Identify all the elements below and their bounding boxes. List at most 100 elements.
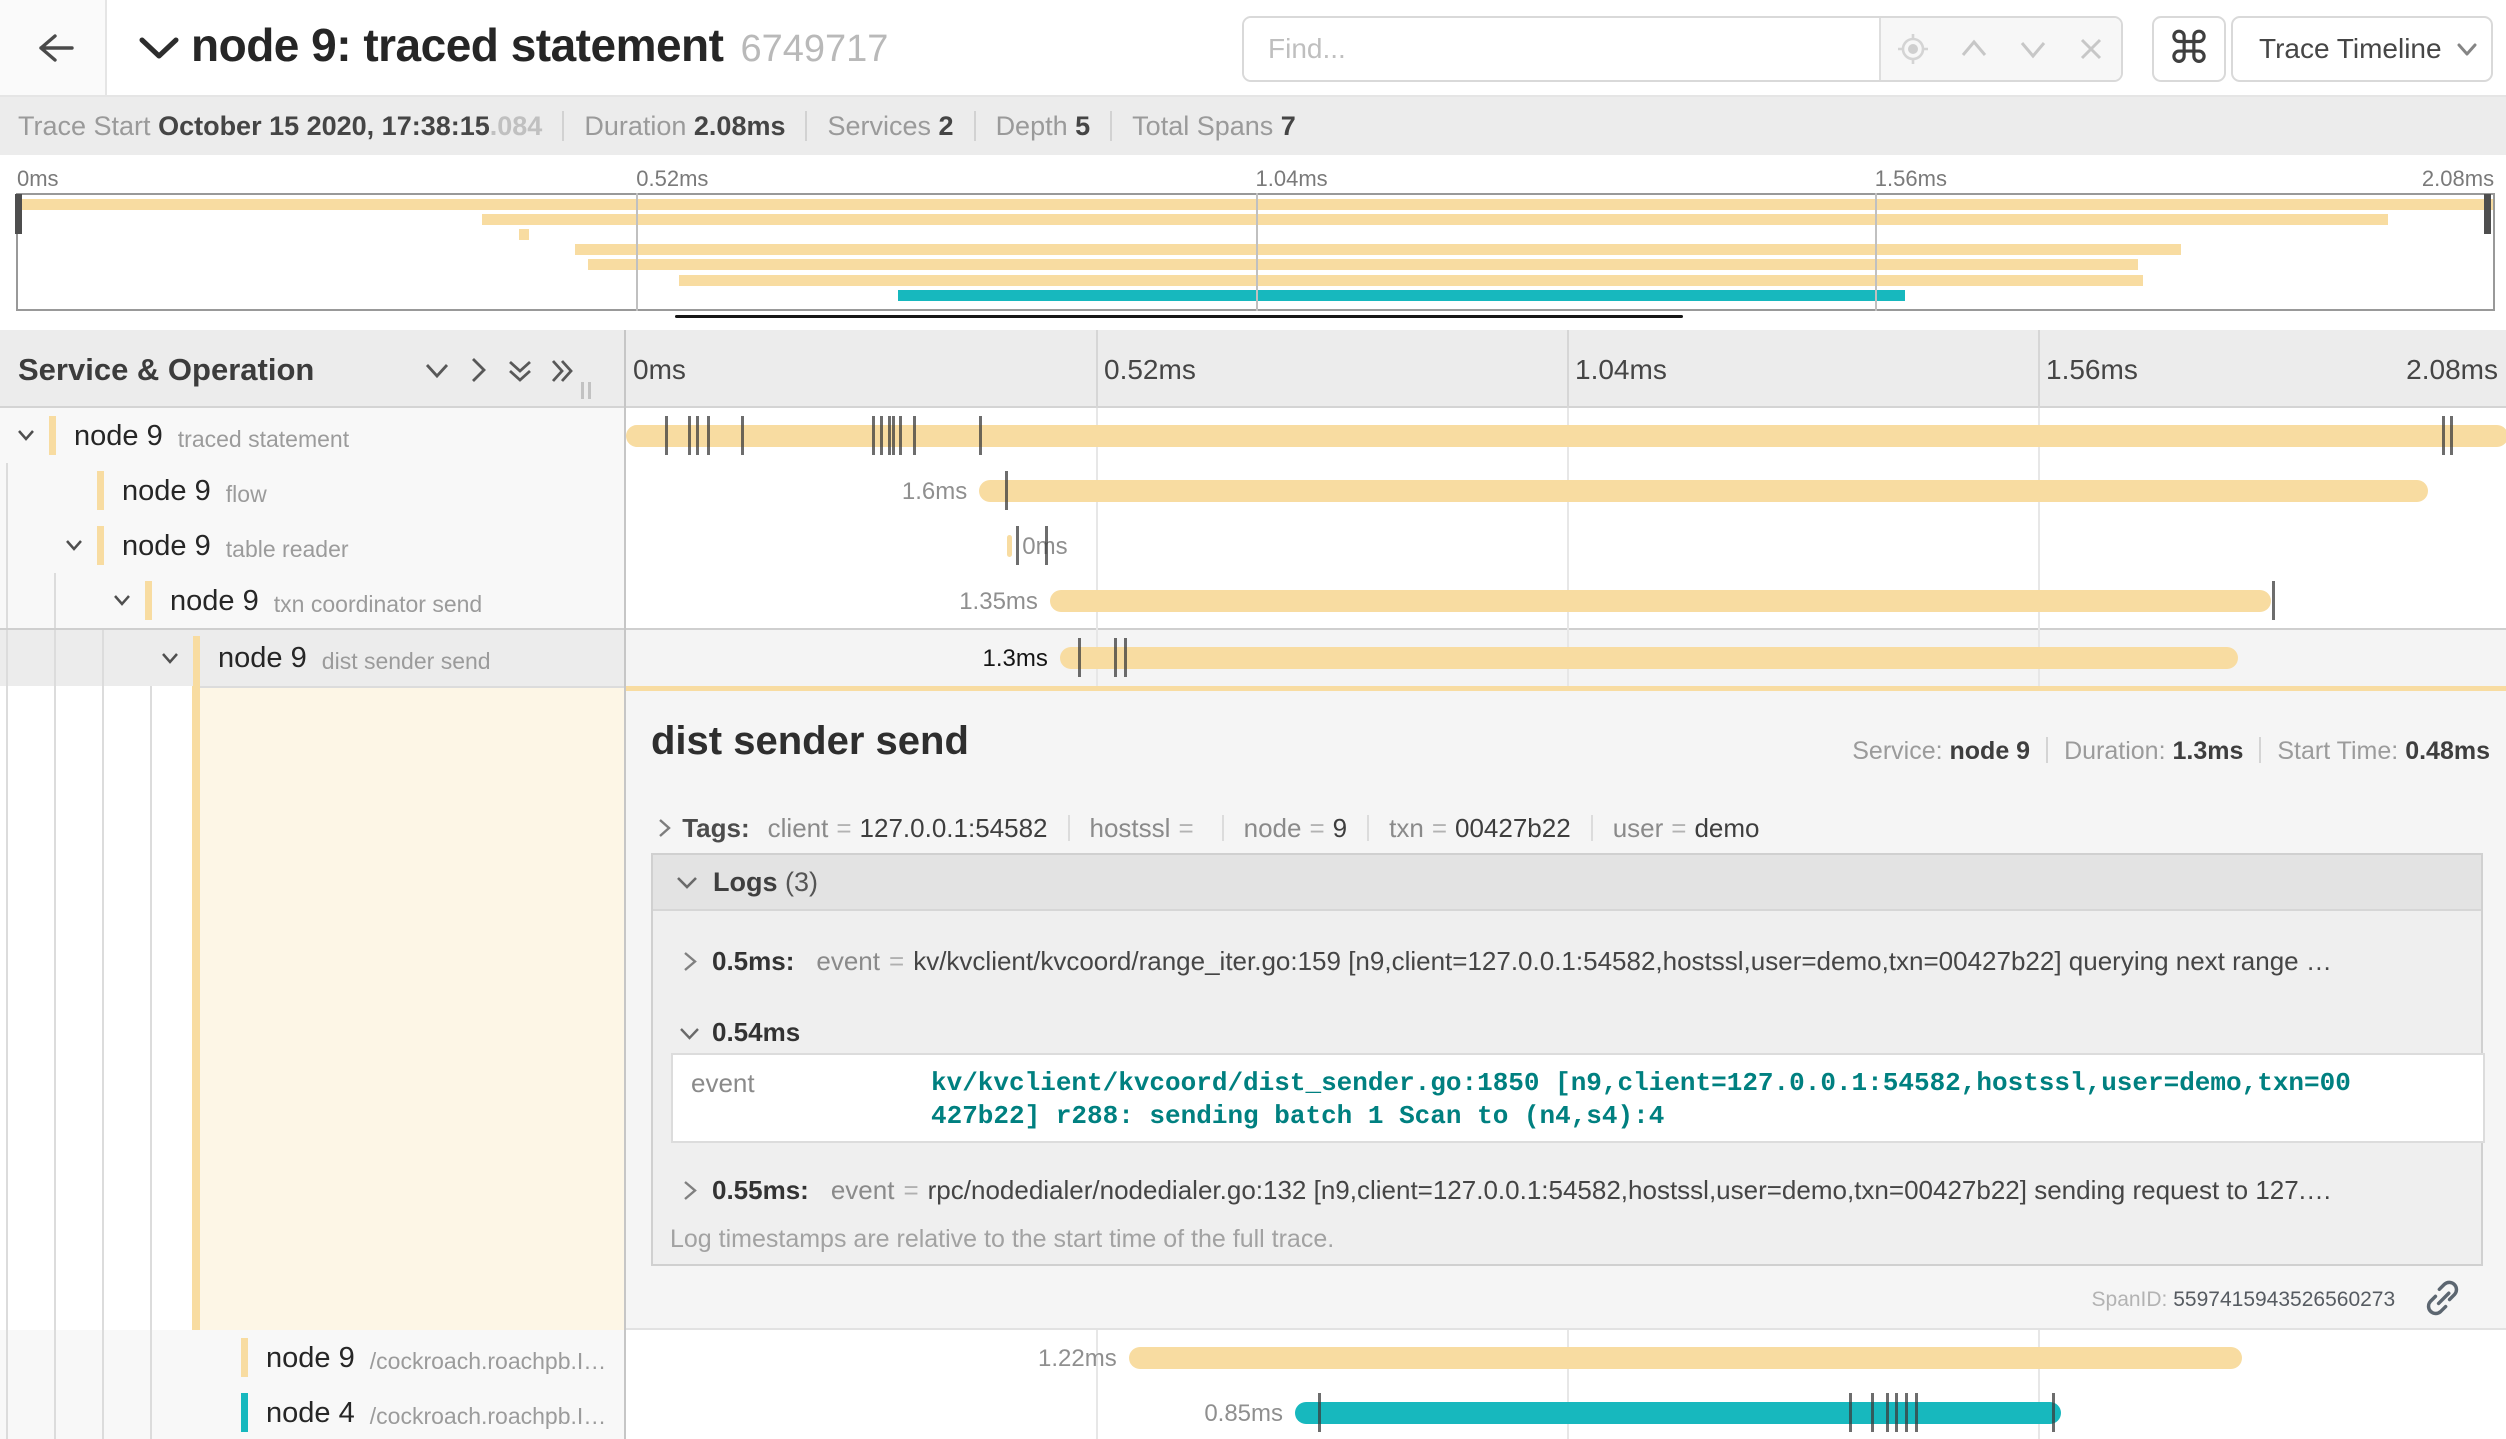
log-row[interactable]: 0.5ms:event=kv/kvclient/kvcoord/range_it… [678,946,2470,977]
span-log-tick [2272,581,2275,620]
span-tags-row[interactable]: Tags:client=127.0.0.1:54582hostssl=node=… [653,813,1760,844]
trace-view-dropdown[interactable]: Trace Timeline [2231,16,2493,82]
span-duration-bar[interactable] [1129,1347,2242,1369]
trace-minimap[interactable]: 0ms0.52ms1.04ms1.56ms2.08ms [0,155,2506,330]
trace-view-label: Trace Timeline [2259,33,2442,65]
span-service-name: node 9 [122,530,211,563]
find-input[interactable] [1244,18,1879,80]
span-log-tick [888,416,891,455]
span-operation-name: traced statement [178,426,349,453]
span-operation-name: table reader [226,536,349,563]
next-result-icon[interactable] [2018,34,2048,64]
span-operation-name: flow [226,481,267,508]
timeline-axis-label: 0.52ms [1104,354,1196,386]
span-operation-name: dist sender send [322,648,491,675]
span-collapse-chevron-icon[interactable] [13,422,39,448]
span-color-indicator [97,526,104,565]
indent-guide [54,1385,56,1439]
span-name-cell[interactable]: node 9txn coordinator send [0,573,625,628]
logs-collapse-chevron-icon [675,871,699,895]
indent-guide [6,1330,8,1385]
indent-guide [102,686,104,1330]
span-collapse-chevron-icon[interactable] [157,645,183,671]
span-timeline-cell[interactable]: 0.85ms [625,1385,2506,1439]
tags-expand-chevron-icon [653,817,675,839]
span-color-accent [192,686,200,1330]
span-duration-bar[interactable] [1295,1402,2061,1424]
minimap-axis-label: 1.04ms [1256,166,1328,192]
logs-note: Log timestamps are relative to the start… [670,1225,1334,1254]
deep-link-icon[interactable] [2419,1276,2466,1323]
minimap-gridline [1875,193,1877,311]
span-color-indicator [97,471,104,510]
back-arrow-icon [38,33,74,63]
logs-header[interactable]: Logs (3) [653,855,2481,911]
span-duration-label: 1.6ms [902,478,967,506]
span-timeline-cell[interactable]: 1.35ms [625,573,2506,628]
span-timeline-cell[interactable]: 1.3ms [625,628,2506,686]
span-service-name: node 4 [266,1397,355,1430]
span-log-tick [1895,1393,1898,1432]
span-duration-bar[interactable] [626,425,2506,447]
span-color-indicator [145,581,152,620]
span-duration-label: 1.35ms [959,588,1038,616]
page-title: node 9: traced statement6749717 [191,18,888,72]
span-log-tick [2052,1393,2055,1432]
span-detail-panel: dist sender send Service: node 9Duration… [625,686,2506,1330]
prev-result-icon[interactable] [1959,34,1989,64]
span-duration-bar[interactable] [1050,590,2271,612]
collapse-trace-chevron-icon[interactable] [139,37,179,61]
column-divider[interactable] [624,330,626,1439]
find-controls [1879,18,2121,80]
indent-guide [102,1385,104,1439]
span-collapse-chevron-icon[interactable] [109,587,135,613]
separator [562,111,564,141]
span-duration-bar[interactable] [979,480,2428,502]
separator [1591,815,1593,841]
column-resize-grip[interactable] [581,382,595,404]
span-timeline-cell[interactable] [625,408,2506,463]
span-row: node 4/cockroach.roachpb.I…0.85ms [0,1385,2506,1439]
span-log-tick [2442,416,2445,455]
log-row[interactable]: 0.55ms:event=rpc/nodedialer/nodedialer.g… [678,1175,2470,1206]
span-detail-meta: Service: node 9Duration: 1.3msStart Time… [1852,737,2490,766]
locate-match-icon[interactable] [1896,32,1930,66]
span-color-indicator [241,1393,248,1432]
expand-one-icon[interactable] [465,357,491,383]
collapse-all-icon[interactable] [506,357,534,385]
span-logs-accordion: Logs (3) 0.5ms:event=kv/kvclient/kvcoord… [651,853,2483,1266]
minimap-right-scrubber[interactable] [2484,194,2491,234]
collapse-one-icon[interactable] [424,357,450,383]
separator [1367,815,1369,841]
timeline-header-gridline [1567,330,1569,408]
span-timeline-cell[interactable]: 1.22ms [625,1330,2506,1385]
span-log-tick [892,416,895,455]
span-name-cell[interactable]: node 9 table reader [0,518,625,573]
minimap-span-bar [588,259,2137,270]
indent-guide [150,1330,152,1385]
span-color-indicator [49,416,56,455]
span-name-cell[interactable]: node 9dist sender send [0,628,625,686]
span-name-cell[interactable]: node 9traced statement [0,408,625,463]
back-button[interactable] [0,0,107,95]
log-row-expanded[interactable]: 0.54ms [678,1017,2470,1048]
separator [1068,815,1070,841]
indent-guide [102,630,104,686]
span-duration-label: 1.22ms [1038,1345,1117,1373]
span-duration-bar[interactable] [1060,647,2238,669]
span-collapse-chevron-icon[interactable] [61,532,87,558]
expand-all-icon[interactable] [548,357,576,385]
service-operation-header: Service & Operation [18,352,314,388]
span-timeline-cell[interactable]: 1.6ms [625,463,2506,518]
span-duration-bar[interactable] [1007,535,1012,557]
keyboard-shortcuts-button[interactable]: ⌘ [2152,16,2226,82]
span-timeline-cell[interactable]: 0ms [625,518,2506,573]
horizontal-scrollbar[interactable] [675,315,1683,318]
span-name-cell[interactable]: node 9/cockroach.roachpb.I… [0,1330,625,1385]
span-name-cell[interactable]: node 9flow [0,463,625,518]
minimap-left-scrubber[interactable] [15,194,22,234]
span-name-cell[interactable]: node 4/cockroach.roachpb.I… [0,1385,625,1439]
span-log-tick [1016,526,1019,565]
clear-search-icon[interactable] [2076,34,2106,64]
span-log-tick [1849,1393,1852,1432]
